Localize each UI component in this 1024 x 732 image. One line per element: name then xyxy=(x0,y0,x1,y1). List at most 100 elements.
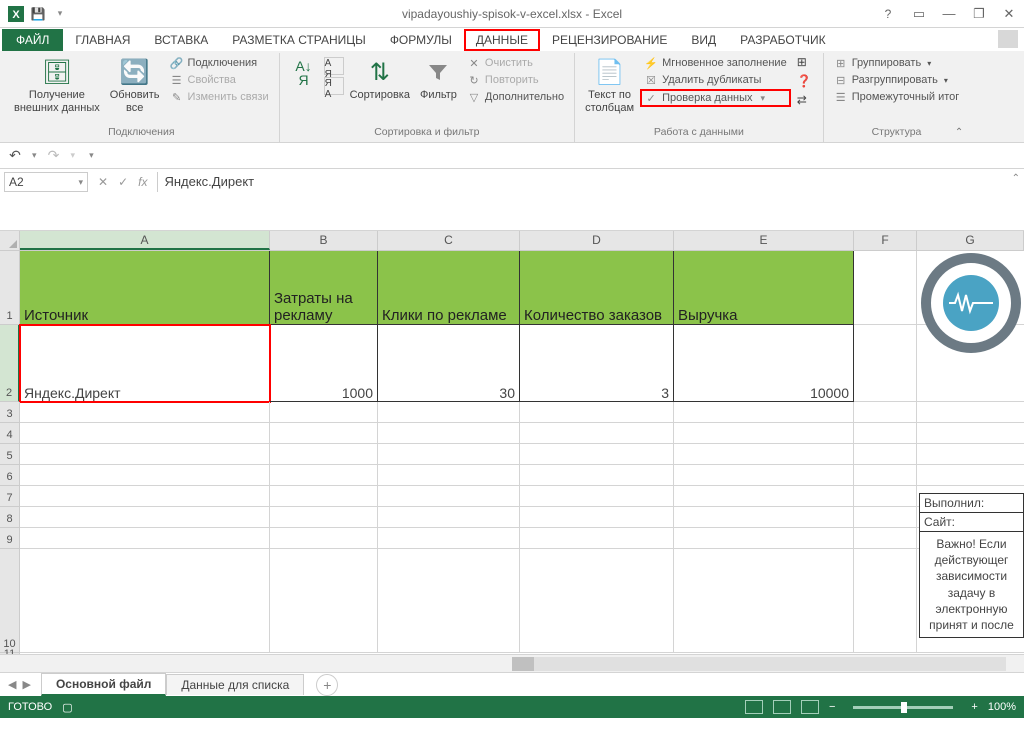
tab-home[interactable]: ГЛАВНАЯ xyxy=(63,29,142,51)
col-header-F[interactable]: F xyxy=(854,231,917,250)
sort-button[interactable]: ⇅ Сортировка xyxy=(346,55,414,104)
expand-formula-bar-icon[interactable]: ⌃ xyxy=(1012,173,1020,184)
flash-fill-button[interactable]: ⚡Мгновенное заполнение xyxy=(640,55,791,71)
cell-B6[interactable] xyxy=(270,465,378,486)
cancel-formula-icon[interactable]: ✕ xyxy=(98,175,108,189)
add-sheet-button[interactable]: + xyxy=(316,674,338,696)
formula-input[interactable]: Яндекс.Директ xyxy=(157,172,1012,192)
qat2-customize-icon[interactable]: ▾ xyxy=(89,150,94,161)
cell-E7[interactable] xyxy=(674,486,854,507)
zoom-in-button[interactable]: + xyxy=(971,701,977,713)
tab-file[interactable]: ФАЙЛ xyxy=(2,29,63,51)
select-all-button[interactable] xyxy=(0,231,20,251)
cell-A3[interactable] xyxy=(20,402,270,423)
cell-E3[interactable] xyxy=(674,402,854,423)
qat-dropdown-icon[interactable]: ▾ xyxy=(50,4,70,24)
cell-C3[interactable] xyxy=(378,402,520,423)
text-to-columns-button[interactable]: 📄 Текст по столбцам xyxy=(581,55,638,117)
cell-D1[interactable]: Количество заказов xyxy=(520,251,674,325)
scrollbar-thumb[interactable] xyxy=(512,657,534,671)
account-icon[interactable] xyxy=(998,30,1018,48)
macro-record-icon[interactable]: ▢ xyxy=(62,701,72,714)
cell-F8[interactable] xyxy=(854,507,917,528)
cell-B10[interactable] xyxy=(270,549,378,653)
cell-B1[interactable]: Затраты на рекламу xyxy=(270,251,378,325)
cell-D3[interactable] xyxy=(520,402,674,423)
cell-F7[interactable] xyxy=(854,486,917,507)
fx-icon[interactable]: fx xyxy=(138,175,147,189)
help-icon[interactable]: ? xyxy=(878,4,898,24)
cell-A9[interactable] xyxy=(20,528,270,549)
sort-az-button[interactable]: А↓Я xyxy=(286,55,322,91)
zoom-out-button[interactable]: − xyxy=(829,701,835,713)
row-header-8[interactable]: 8 xyxy=(0,507,20,528)
sheet-tab-main[interactable]: Основной файл xyxy=(41,673,166,696)
restore-button[interactable]: ❐ xyxy=(964,4,994,24)
cell-D8[interactable] xyxy=(520,507,674,528)
cell-F10[interactable] xyxy=(854,549,917,653)
cell-F9[interactable] xyxy=(854,528,917,549)
sheet-tab-list-data[interactable]: Данные для списка xyxy=(166,674,304,695)
cell-B5[interactable] xyxy=(270,444,378,465)
tab-review[interactable]: РЕЦЕНЗИРОВАНИЕ xyxy=(540,29,679,51)
tab-view[interactable]: ВИД xyxy=(679,29,728,51)
tab-formulas[interactable]: ФОРМУЛЫ xyxy=(378,29,464,51)
row-header-3[interactable]: 3 xyxy=(0,402,20,423)
cell-D9[interactable] xyxy=(520,528,674,549)
cell-C10[interactable] xyxy=(378,549,520,653)
connections-button[interactable]: 🔗Подключения xyxy=(166,55,273,71)
cell-A6[interactable] xyxy=(20,465,270,486)
row-header-1[interactable]: 1 xyxy=(0,251,20,325)
minimize-button[interactable]: — xyxy=(934,4,964,24)
cell-B4[interactable] xyxy=(270,423,378,444)
subtotal-button[interactable]: ☰Промежуточный итог xyxy=(830,89,964,105)
row-header-9[interactable]: 9 xyxy=(0,528,20,549)
row-header-2[interactable]: 2 xyxy=(0,325,20,402)
name-box-dropdown-icon[interactable]: ▾ xyxy=(78,177,83,188)
consolidate-icon[interactable]: ⊞ xyxy=(797,55,817,73)
col-header-C[interactable]: C xyxy=(378,231,520,250)
zoom-level[interactable]: 100% xyxy=(988,701,1016,713)
normal-view-icon[interactable] xyxy=(745,700,763,714)
cell-F2[interactable] xyxy=(854,325,917,402)
cell-F1[interactable] xyxy=(854,251,917,325)
ungroup-button[interactable]: ⊟Разгруппировать▾ xyxy=(830,72,964,88)
cell-A10[interactable] xyxy=(20,549,270,653)
undo-dropdown-icon[interactable]: ▾ xyxy=(32,150,37,161)
ribbon-display-icon[interactable]: ▭ xyxy=(904,4,934,24)
cell-E9[interactable] xyxy=(674,528,854,549)
cell-E2[interactable]: 10000 xyxy=(674,325,854,402)
sheet-nav-prev-icon[interactable]: ◀ xyxy=(8,678,16,691)
col-header-E[interactable]: E xyxy=(674,231,854,250)
row-header-10[interactable]: 10 xyxy=(0,549,20,653)
refresh-all-button[interactable]: 🔄 Обновить все xyxy=(106,55,164,117)
cell-E4[interactable] xyxy=(674,423,854,444)
collapse-ribbon-icon[interactable]: ⌃ xyxy=(955,127,963,138)
relationships-icon[interactable]: ⇄ xyxy=(797,93,817,111)
col-header-G[interactable]: G xyxy=(917,231,1024,250)
clear-filter-button[interactable]: ✕Очистить xyxy=(463,55,568,71)
cell-C4[interactable] xyxy=(378,423,520,444)
cell-D6[interactable] xyxy=(520,465,674,486)
cell-A7[interactable] xyxy=(20,486,270,507)
enter-formula-icon[interactable]: ✓ xyxy=(118,175,128,189)
col-header-B[interactable]: B xyxy=(270,231,378,250)
note-text[interactable]: Важно! Если действующег зависимости зада… xyxy=(919,532,1024,638)
col-header-D[interactable]: D xyxy=(520,231,674,250)
cell-B9[interactable] xyxy=(270,528,378,549)
remove-duplicates-button[interactable]: ☒Удалить дубликаты xyxy=(640,72,791,88)
cell-F5[interactable] xyxy=(854,444,917,465)
cell-D5[interactable] xyxy=(520,444,674,465)
cell-C9[interactable] xyxy=(378,528,520,549)
cell-E1[interactable]: Выручка xyxy=(674,251,854,325)
cell-A4[interactable] xyxy=(20,423,270,444)
cell-D7[interactable] xyxy=(520,486,674,507)
save-icon[interactable]: 💾 xyxy=(28,4,48,24)
reapply-button[interactable]: ↻Повторить xyxy=(463,72,568,88)
cell-B2[interactable]: 1000 xyxy=(270,325,378,402)
cell-A2[interactable]: Яндекс.Директ xyxy=(20,325,270,402)
cell-E10[interactable] xyxy=(674,549,854,653)
cell-D10[interactable] xyxy=(520,549,674,653)
sort-desc-icon[interactable]: ЯА xyxy=(324,77,344,95)
row-header-6[interactable]: 6 xyxy=(0,465,20,486)
